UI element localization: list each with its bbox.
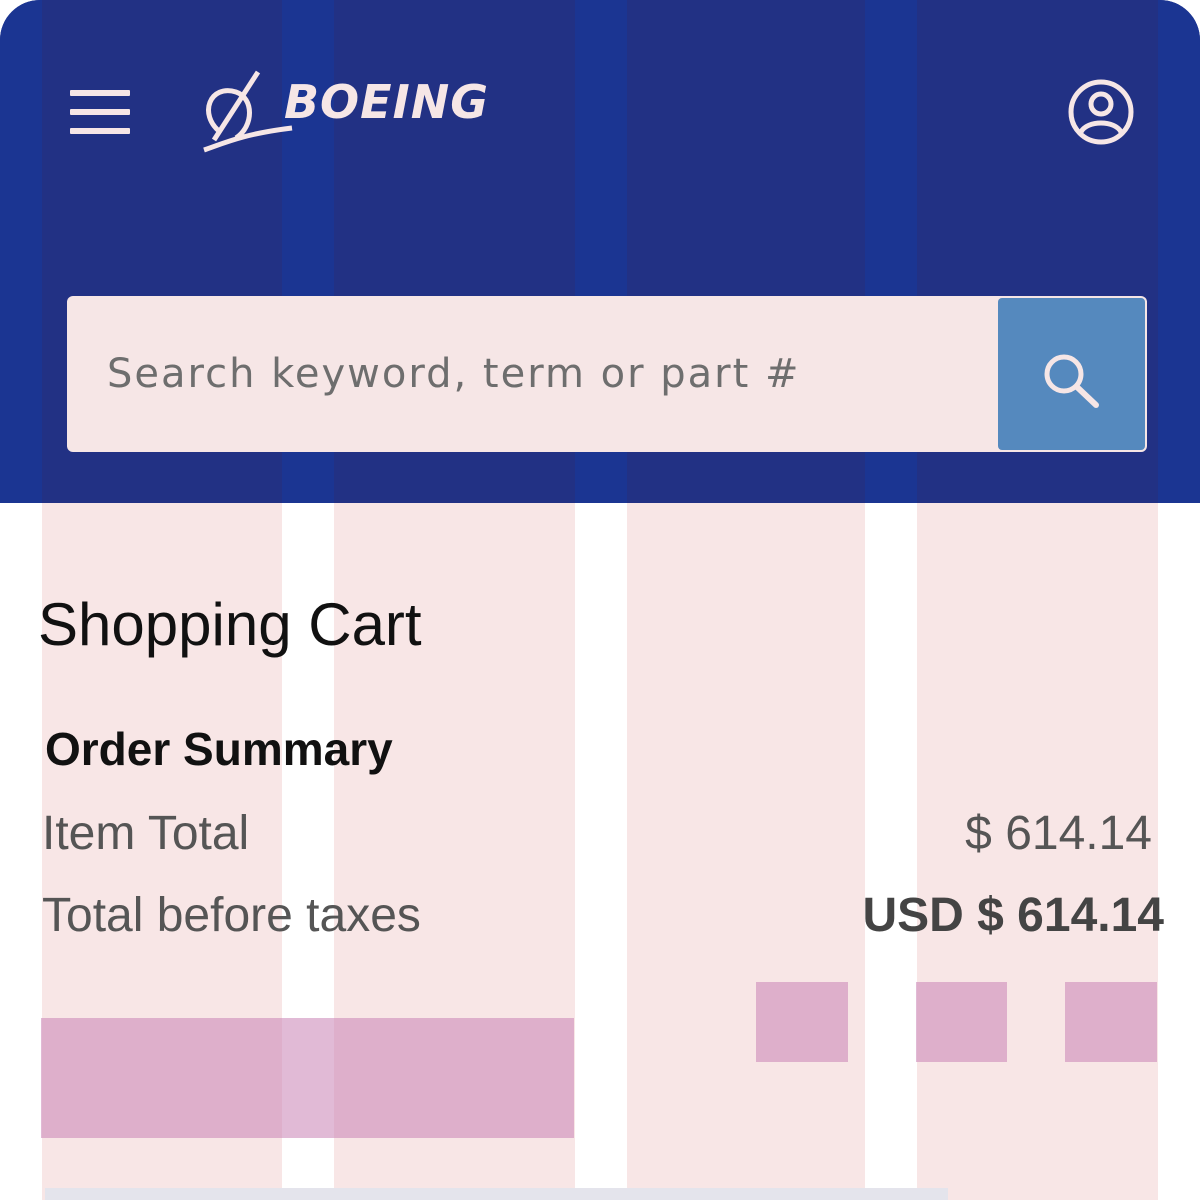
user-account-icon[interactable]	[1067, 78, 1135, 146]
grid-gutter	[1158, 0, 1200, 503]
search-input[interactable]	[107, 336, 987, 412]
hamburger-menu-icon[interactable]	[70, 90, 130, 134]
page-title: Shopping Cart	[38, 591, 422, 658]
checkout-button-placeholder[interactable]	[41, 1018, 574, 1138]
search-bar	[67, 296, 1147, 452]
order-summary-title: Order Summary	[45, 723, 393, 775]
content-divider	[45, 1188, 948, 1200]
app-screen: BOEING Shopping Cart Order Summary Item …	[0, 0, 1200, 1200]
total-before-taxes-value: USD $ 614.14	[862, 889, 1164, 942]
item-total-value: $ 614.14	[965, 807, 1152, 860]
payment-option-placeholder[interactable]	[1065, 982, 1157, 1062]
logo-wordmark: BOEING	[284, 75, 489, 129]
search-icon	[1044, 354, 1099, 408]
grid-gutter	[0, 0, 42, 503]
payment-option-placeholder[interactable]	[916, 982, 1007, 1062]
grid-column	[627, 503, 865, 1200]
item-total-label: Item Total	[42, 807, 250, 860]
payment-option-placeholder[interactable]	[756, 982, 848, 1062]
total-before-taxes-label: Total before taxes	[42, 889, 421, 942]
boeing-logo[interactable]: BOEING	[192, 70, 572, 160]
search-button[interactable]	[998, 298, 1145, 450]
